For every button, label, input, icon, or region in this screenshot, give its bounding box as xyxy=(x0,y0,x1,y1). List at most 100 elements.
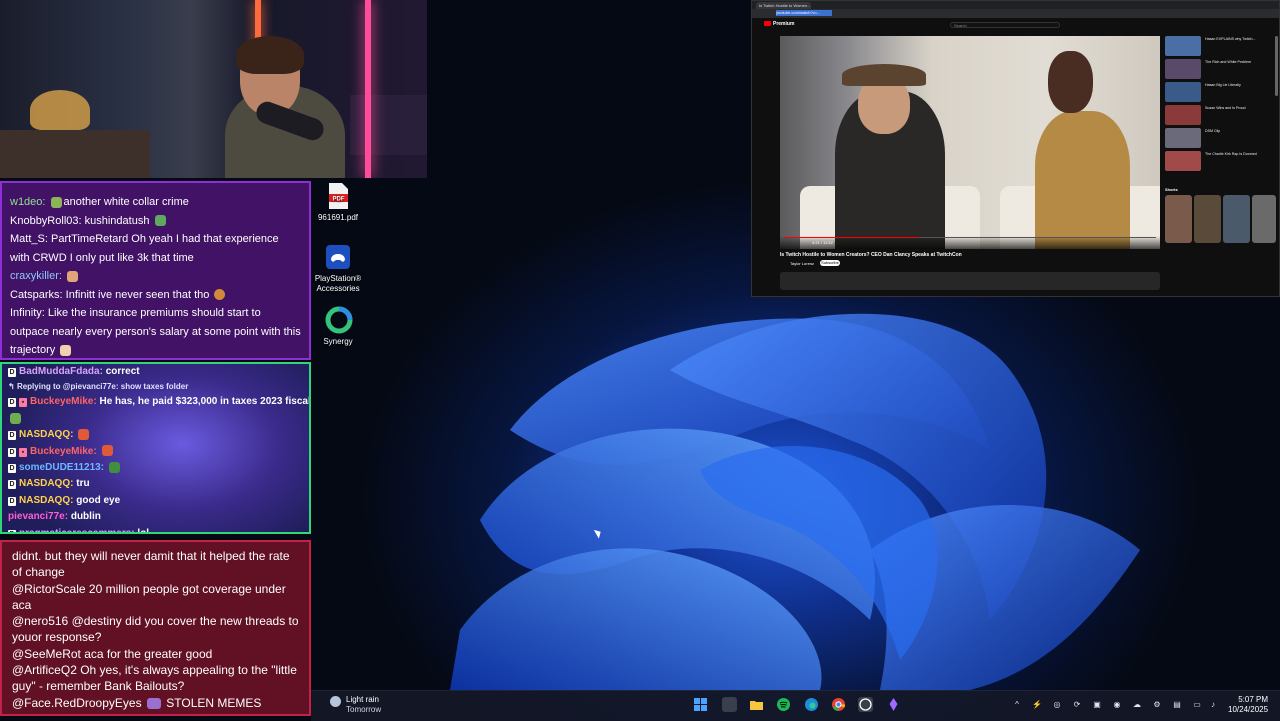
weather-text: Light rain xyxy=(346,695,379,704)
chat-message: DsomeDUDE11213: xyxy=(8,460,303,476)
tray-app-icon[interactable]: ▤ xyxy=(1172,700,1182,710)
short-thumbnail[interactable] xyxy=(1194,195,1221,243)
chat-panel-purple: w1deo: another white collar crime Knobby… xyxy=(0,181,311,360)
scrollbar[interactable] xyxy=(1275,36,1278,96)
recommendations-sidebar: Hasan EXPLAINS why Twitch... The Rich an… xyxy=(1165,36,1277,174)
tray-app-icon[interactable]: ◎ xyxy=(1052,700,1062,710)
chat-username: @RictorScale xyxy=(12,581,86,596)
video-title: Is Twitch Hostile to Women Creators? CEO… xyxy=(780,252,962,258)
chat-text: tru xyxy=(76,478,90,490)
short-thumbnail[interactable] xyxy=(1165,195,1192,243)
tab-bar xyxy=(752,1,1279,9)
chat-text: correct xyxy=(105,366,140,377)
start-button[interactable] xyxy=(693,697,708,712)
chat-username: @ArtificeQ2 xyxy=(12,663,77,678)
emote-icon xyxy=(214,289,226,301)
chevron-up-icon[interactable]: ^ xyxy=(1012,700,1022,710)
chat-message: KnobbyRoll03: kushindatush xyxy=(10,212,301,231)
short-thumbnail[interactable] xyxy=(1252,195,1276,243)
recommendation-item[interactable]: Hasan Big Lie Literally xyxy=(1165,82,1277,103)
recommendation-item[interactable]: The Rich and White Problem xyxy=(1165,59,1277,80)
browser-window[interactable]: Is Twitch Hostile to Women... youtube.co… xyxy=(751,0,1280,297)
windows-icon xyxy=(694,698,707,711)
chat-message: D NASDAQQ: good eye xyxy=(8,494,121,506)
chat-text: Like the insurance premiums should start… xyxy=(10,307,301,356)
chat-message: D NASDAQQ: xyxy=(8,427,303,443)
recommendation-item[interactable]: Hasan EXPLAINS why Twitch... xyxy=(1165,36,1277,57)
chat-username: BuckeyeMike xyxy=(30,396,94,408)
obs-icon[interactable] xyxy=(858,697,873,712)
clock-time: 5:07 PM xyxy=(1238,695,1268,704)
desktop-icon-synergy[interactable]: Synergy xyxy=(309,306,367,347)
desktop-icon-label: 961691.pdf xyxy=(317,213,359,222)
chat-message: craxykiller: xyxy=(10,267,301,286)
clock-date: 10/24/2025 xyxy=(1228,705,1269,714)
chat-message: didnt. but they will never damit that it… xyxy=(12,548,301,581)
file-explorer-icon[interactable] xyxy=(749,697,764,712)
chat-message: D ▪ BuckeyeMike: He has, he paid $323,000 … xyxy=(8,396,311,408)
tray-app-icon[interactable]: ▣ xyxy=(1092,700,1102,710)
windows-bloom-wallpaper xyxy=(450,313,1140,690)
chat-text: He has, he paid $323,000 in taxes 2023 f… xyxy=(99,396,311,408)
channel-name[interactable]: Taylor Lorenz xyxy=(790,261,814,266)
tray-app-icon[interactable]: ⟳ xyxy=(1072,700,1082,710)
chat-message: @nero516 @destiny did you cover the new … xyxy=(12,613,301,646)
pdf-icon: PDF xyxy=(325,182,351,210)
chat-message: Catsparks: Infinitt ive never seen that … xyxy=(10,286,301,305)
chat-username: @nero516 xyxy=(12,614,69,629)
chat-username: craxykiller xyxy=(10,270,59,282)
chat-message: w1deo: another white collar crime xyxy=(10,196,189,208)
video-player[interactable]: 4:21 / 11:52 xyxy=(780,36,1160,249)
chat-message xyxy=(8,411,303,427)
chat-username: Matt_S xyxy=(10,233,45,245)
video-description[interactable] xyxy=(780,272,1160,290)
chat-text: PartTimeRetard Oh yeah I had that experi… xyxy=(10,233,279,264)
tray-app-icon[interactable]: ⚡ xyxy=(1032,700,1042,710)
chat-username: pievanci77e xyxy=(8,511,65,523)
youtube-logo[interactable]: Premium xyxy=(764,21,794,27)
tray-app-icon[interactable]: ⚙ xyxy=(1152,700,1162,710)
chat-username: Catsparks xyxy=(10,288,60,301)
desktop-icon-label: PlayStation® Accessories xyxy=(314,274,362,293)
emote-icon xyxy=(146,698,161,709)
webcam-feed xyxy=(0,0,427,178)
desktop-icon-playstation-accessories[interactable]: PlayStation® Accessories xyxy=(309,243,367,294)
chat-reply-context: ↰ Replying to @pievanci77e: show taxes f… xyxy=(8,382,189,392)
subscribe-button[interactable]: Subscribe xyxy=(820,260,840,266)
streamer-app-icon[interactable] xyxy=(886,697,901,712)
chat-text: didnt. but they will never damit that it… xyxy=(12,549,290,580)
chat-message: @SeeMeRot aca for the greater good xyxy=(12,646,301,662)
recommendation-item[interactable]: The Charlie Kirk Rap Is Doomed xyxy=(1165,151,1277,172)
steam-icon[interactable]: ◉ xyxy=(1112,700,1122,710)
desktop-icon-pdf[interactable]: PDF 961691.pdf xyxy=(309,182,367,223)
spotify-icon[interactable] xyxy=(776,697,791,712)
youtube-icon xyxy=(764,21,771,27)
synergy-icon xyxy=(325,306,353,334)
browser-tab[interactable]: Is Twitch Hostile to Women... xyxy=(756,2,811,9)
chat-username: @SeeMeRot xyxy=(12,646,81,661)
chat-panel-green: D BadMuddaFdada: correct ↰ Replying to @p… xyxy=(0,362,311,534)
chat-text: lol xyxy=(137,527,150,534)
recommendation-item[interactable]: DSM Clip xyxy=(1165,128,1277,149)
chat-text: Infinitt ive never seen that tho xyxy=(65,288,210,301)
chat-username: w1deo xyxy=(10,196,43,208)
tray-app-icon[interactable]: ☁ xyxy=(1132,700,1142,710)
edge-icon[interactable] xyxy=(804,697,819,712)
volume-icon[interactable]: ♪ xyxy=(1208,700,1218,710)
chat-message: Infinity: Like the insurance premiums sh… xyxy=(10,307,301,356)
chat-panel-red: didnt. but they will never damit that it… xyxy=(0,540,311,716)
display-icon[interactable]: ▭ xyxy=(1192,700,1202,710)
url-text[interactable]: youtube.com/watch?v=... xyxy=(776,10,832,16)
chat-username: NASDAQQ xyxy=(19,429,71,441)
emote-icon xyxy=(154,215,166,227)
search-input[interactable]: Search xyxy=(950,22,1060,28)
short-thumbnail[interactable] xyxy=(1223,195,1250,243)
emote-icon xyxy=(108,461,120,473)
chat-message: D BadMuddaFdada: correct xyxy=(8,366,140,377)
recommendation-item[interactable]: Susan Wins and Is Proud xyxy=(1165,105,1277,126)
clock[interactable]: 5:07 PM 10/24/2025 xyxy=(1228,695,1268,715)
weather-widget[interactable]: Light rain Tomorrow xyxy=(330,695,381,715)
chat-message: pievanci77e: dublin xyxy=(8,511,101,523)
task-view-icon[interactable] xyxy=(722,697,737,712)
chrome-icon[interactable] xyxy=(831,697,846,712)
